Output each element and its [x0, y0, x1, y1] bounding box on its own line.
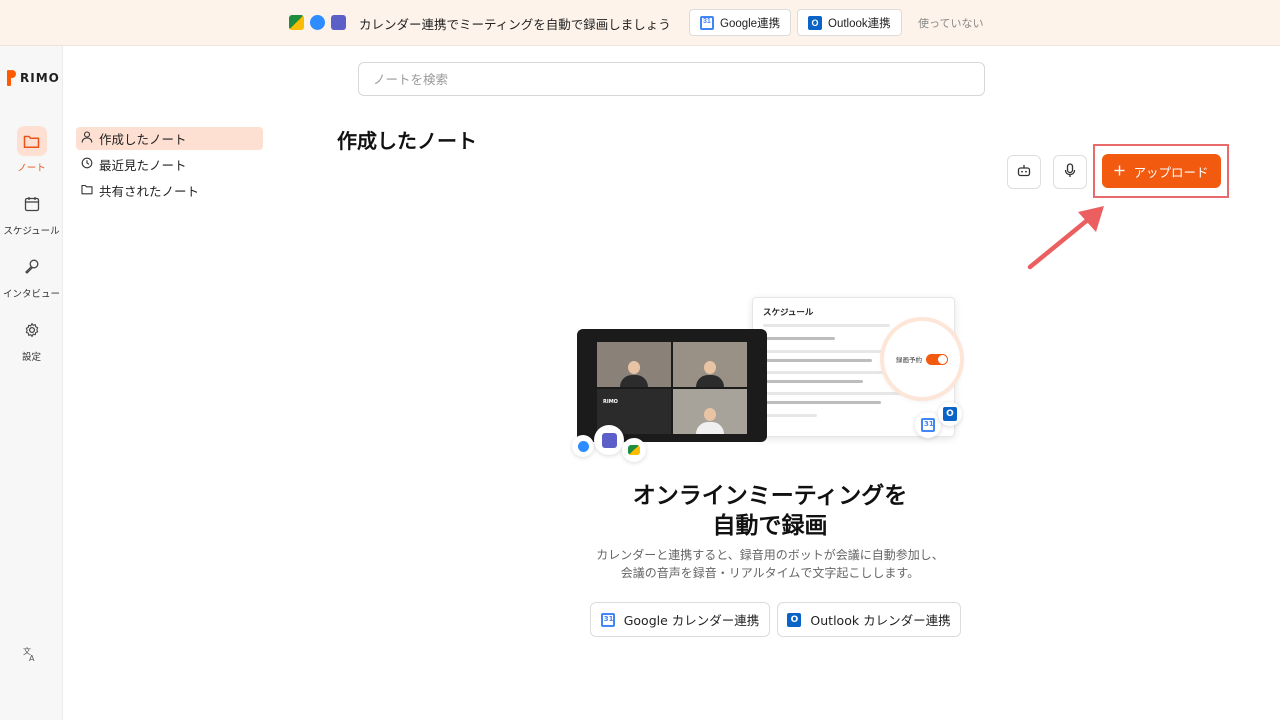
banner-app-icons	[289, 15, 346, 30]
banner-outlook-button[interactable]: O Outlook連携	[797, 9, 902, 36]
rail-label: ノート	[17, 163, 46, 174]
history-icon	[81, 157, 93, 172]
record-button[interactable]	[1053, 155, 1087, 189]
toggle-preview-label: 録画予約	[896, 356, 922, 364]
zoom-icon	[310, 15, 325, 30]
nav-item-label: 作成したノート	[99, 132, 187, 147]
folder-icon	[16, 126, 47, 156]
banner-outlook-label: Outlook連携	[828, 17, 891, 30]
app-logo[interactable]: RIMO	[7, 70, 60, 86]
google-calendar-icon	[600, 612, 615, 627]
microphone-icon	[17, 252, 47, 282]
google-calendar-connect-button[interactable]: Google カレンダー連携	[590, 602, 770, 637]
rail-label: インタビュー	[2, 289, 60, 300]
rail-item-interview[interactable]: インタビュー	[0, 252, 63, 300]
banner-unused-link[interactable]: 使っていない	[918, 15, 983, 31]
desc-line1: カレンダーと連携すると、録音用のボットが会議に自動参加し、	[596, 548, 944, 562]
google-calendar-icon	[915, 412, 941, 438]
rail-item-settings[interactable]: 設定	[0, 315, 63, 363]
notes-nav: 作成したノート 最近見たノート 共有されたノート	[76, 127, 263, 205]
folder-icon	[81, 183, 93, 198]
nav-item-shared-notes[interactable]: 共有されたノート	[76, 179, 263, 202]
outlook-icon: O	[787, 612, 802, 627]
rail-item-notes[interactable]: ノート	[0, 126, 63, 174]
search-input[interactable]	[358, 62, 985, 96]
headline-line2: 自動で録画	[712, 513, 828, 539]
record-toggle-preview: 録画予約	[884, 321, 960, 397]
outlook-calendar-connect-label: Outlook カレンダー連携	[810, 613, 951, 628]
rail-item-schedule[interactable]: スケジュール	[0, 189, 63, 237]
tile-logo: RIMO	[603, 399, 618, 405]
nav-item-label: 最近見たノート	[99, 158, 187, 173]
rail-label: スケジュール	[3, 226, 60, 237]
plus-icon	[1114, 164, 1125, 179]
upload-button[interactable]: アップロード	[1102, 154, 1221, 188]
empty-state-description: カレンダーと連携すると、録音用のボットが会議に自動参加し、 会議の音声を録音・リ…	[560, 546, 980, 582]
nav-item-created-notes[interactable]: 作成したノート	[76, 127, 263, 150]
top-banner: カレンダー連携でミーティングを自動で録画しましょう Google連携 O Out…	[0, 0, 1280, 46]
left-rail: RIMO ノート スケジュール インタビュー 設定 文A	[0, 46, 63, 720]
empty-state-headline: オンラインミーティングを 自動で録画	[560, 481, 980, 541]
banner-message: カレンダー連携でミーティングを自動で録画しましょう	[359, 17, 671, 32]
toggle-on-icon	[926, 353, 948, 365]
gear-icon	[17, 315, 47, 345]
nav-item-label: 共有されたノート	[99, 184, 200, 199]
upload-label: アップロード	[1133, 164, 1209, 180]
headline-line1: オンラインミーティングを	[632, 483, 908, 509]
banner-google-button[interactable]: Google連携	[689, 9, 792, 36]
desc-line2: 会議の音声を録音・リアルタイムで文字起こしします。	[620, 566, 920, 580]
google-calendar-icon	[700, 15, 714, 30]
page-title: 作成したノート	[337, 129, 477, 153]
teams-icon	[331, 15, 346, 30]
logo-text: RIMO	[20, 71, 60, 85]
nav-item-recent-notes[interactable]: 最近見たノート	[76, 153, 263, 176]
zoom-icon	[572, 435, 594, 457]
svg-text:A: A	[29, 654, 35, 662]
microphone-icon	[1064, 163, 1076, 181]
bot-button[interactable]	[1007, 155, 1041, 189]
user-icon	[81, 131, 93, 146]
schedule-preview-title: スケジュール	[763, 308, 814, 318]
banner-google-label: Google連携	[720, 17, 781, 30]
bot-icon	[1017, 164, 1031, 180]
calendar-icon	[17, 189, 47, 219]
outlook-icon: O	[808, 15, 822, 30]
annotation-arrow-icon	[1026, 200, 1108, 276]
teams-icon	[594, 425, 624, 455]
google-meet-icon	[289, 15, 304, 30]
empty-state-illustration: スケジュール RIMO 録画予約 O	[570, 295, 970, 465]
google-meet-icon	[622, 438, 646, 462]
outlook-icon: O	[938, 402, 962, 426]
google-calendar-connect-label: Google カレンダー連携	[623, 613, 760, 628]
outlook-calendar-connect-button[interactable]: O Outlook カレンダー連携	[777, 602, 961, 637]
translate-icon[interactable]: 文A	[22, 646, 38, 666]
rimo-logo-icon	[7, 70, 16, 86]
rail-label: 設定	[21, 352, 41, 363]
